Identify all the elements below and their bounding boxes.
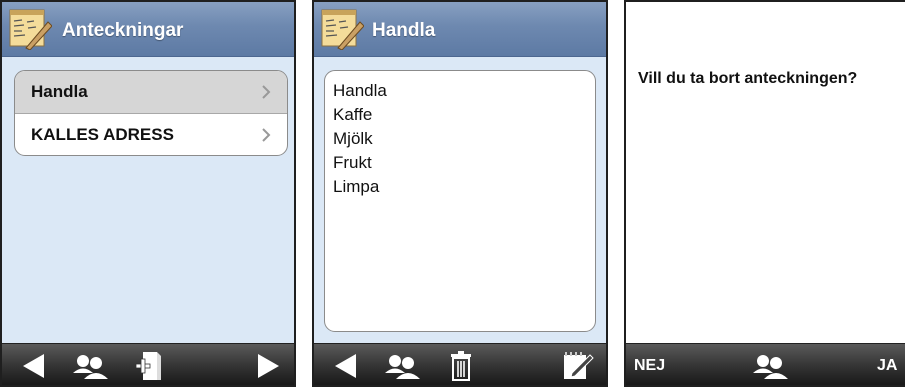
back-arrow-icon [23, 353, 44, 378]
confirm-delete-screen: Vill du ta bort anteckningen? NEJ JA [624, 0, 905, 387]
list-item-label: Handla [31, 82, 88, 101]
toolbar: NEJ JA [624, 343, 905, 387]
note-line: Handla [333, 81, 387, 100]
edit-button[interactable] [560, 344, 596, 387]
confirm-question: Vill du ta bort anteckningen? [638, 70, 858, 87]
forward-button[interactable] [254, 344, 284, 387]
title-bar: Handla [312, 0, 608, 57]
note-line: Frukt [333, 153, 372, 172]
contacts-icon [385, 354, 420, 379]
new-note-button[interactable] [132, 344, 166, 387]
no-button[interactable]: NEJ [634, 344, 665, 387]
back-arrow-icon [335, 353, 356, 378]
page-title: Anteckningar [62, 20, 184, 41]
back-button[interactable] [330, 344, 360, 387]
chevron-right-icon [262, 128, 271, 142]
delete-button[interactable] [446, 344, 476, 387]
note-detail-screen: Handla Handla Kaffe Mjölk Frukt Limpa [312, 0, 608, 387]
contacts-icon [753, 354, 788, 379]
contacts-icon [73, 354, 108, 379]
notepad-icon [321, 9, 364, 50]
chevron-right-icon [262, 85, 271, 99]
page-title: Handla [372, 20, 436, 41]
list-item[interactable]: Handla [15, 71, 287, 113]
notepad-icon [9, 9, 52, 50]
trash-icon [451, 350, 471, 381]
forward-arrow-icon [258, 353, 279, 378]
contacts-button[interactable] [750, 344, 794, 387]
toolbar [0, 343, 296, 387]
note-text-area[interactable]: Handla Kaffe Mjölk Frukt Limpa [324, 70, 596, 332]
back-button[interactable] [18, 344, 48, 387]
note-line: Kaffe [333, 105, 373, 124]
toolbar [312, 343, 608, 387]
contacts-button[interactable] [382, 344, 426, 387]
list-item-label: KALLES ADRESS [31, 124, 174, 144]
contacts-button[interactable] [70, 344, 114, 387]
note-line: Mjölk [333, 129, 373, 148]
notes-list-screen: Anteckningar Handla KALLES ADRESS [0, 0, 296, 387]
new-note-icon [135, 351, 161, 380]
note-line: Limpa [333, 177, 380, 196]
yes-button[interactable]: JA [877, 344, 897, 387]
list-item[interactable]: KALLES ADRESS [15, 113, 287, 155]
notes-list: Handla KALLES ADRESS [14, 70, 288, 156]
edit-note-icon [564, 351, 594, 379]
title-bar: Anteckningar [0, 0, 296, 57]
